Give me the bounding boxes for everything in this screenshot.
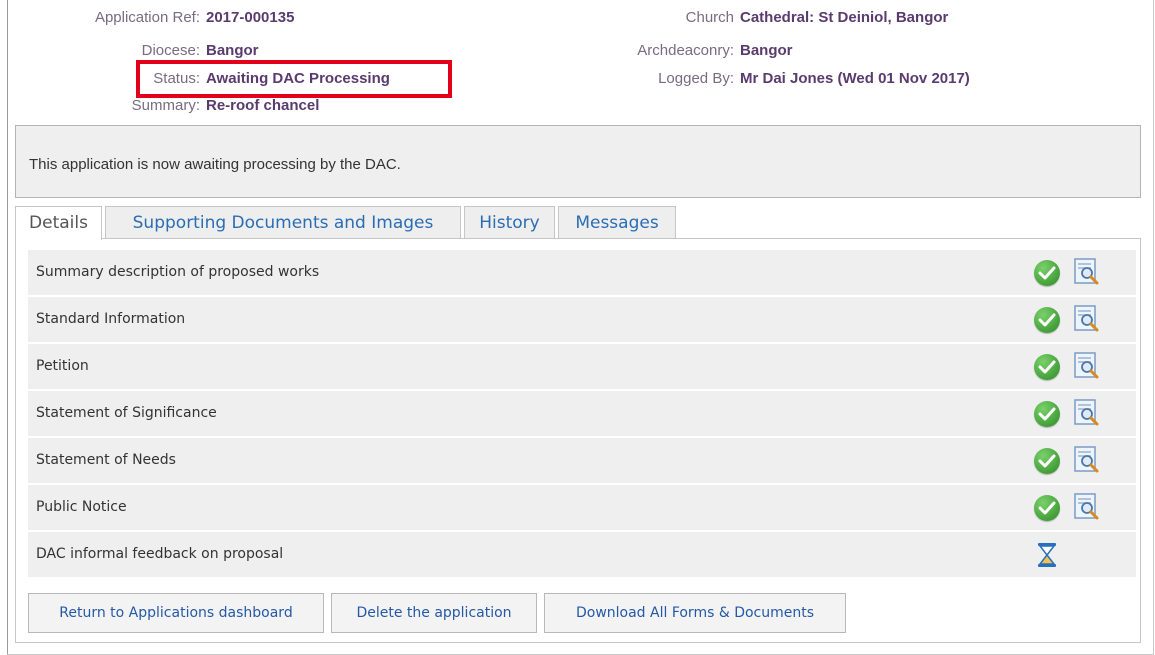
check-icon [1034, 495, 1060, 521]
view-document-icon[interactable] [1074, 305, 1100, 333]
download-all-button[interactable]: Download All Forms & Documents [544, 593, 846, 633]
form-row-label: DAC informal feedback on proposal [36, 546, 284, 562]
form-row-label: Statement of Significance [36, 405, 217, 421]
check-icon [1034, 354, 1060, 380]
check-icon [1034, 260, 1060, 286]
return-to-dashboard-button[interactable]: Return to Applications dashboard [28, 593, 324, 633]
info-label: Archdeaconry: [637, 42, 734, 59]
view-document-icon[interactable] [1074, 399, 1100, 427]
check-icon [1034, 401, 1060, 427]
info-label: Summary: [131, 97, 200, 114]
form-row-label: Summary description of proposed works [36, 264, 320, 280]
check-icon [1034, 307, 1060, 333]
form-row: Public Notice [28, 485, 1136, 531]
info-archdeaconry: Archdeaconry: Bangor [404, 42, 793, 60]
form-row-label: Statement of Needs [36, 452, 176, 468]
form-row: DAC informal feedback on proposal [28, 532, 1136, 578]
info-value: 2017-000135 [206, 9, 295, 26]
info-value: Bangor [206, 42, 259, 59]
form-row-label: Public Notice [36, 499, 127, 515]
info-value: Mr Dai Jones (Wed 01 Nov 2017) [740, 70, 970, 87]
info-label: Application Ref: [94, 9, 200, 26]
info-logged-by: Logged By: Mr Dai Jones (Wed 01 Nov 2017) [404, 70, 970, 88]
info-value: Re-roof chancel [206, 97, 320, 114]
view-document-icon[interactable] [1074, 258, 1100, 286]
form-row: Petition [28, 344, 1136, 390]
tab-details[interactable]: Details [15, 206, 102, 240]
view-document-icon[interactable] [1074, 446, 1100, 474]
view-document-icon[interactable] [1074, 493, 1100, 521]
hourglass-icon [1034, 542, 1060, 568]
form-row: Statement of Needs [28, 438, 1136, 484]
delete-application-button[interactable]: Delete the application [331, 593, 537, 633]
tab-supporting-documents[interactable]: Supporting Documents and Images [105, 206, 461, 239]
view-document-icon[interactable] [1074, 352, 1100, 380]
tab-history[interactable]: History [464, 206, 555, 239]
check-icon [1034, 448, 1060, 474]
form-row-label: Petition [36, 358, 89, 374]
notice-text: This application is now awaiting process… [29, 156, 401, 173]
info-label: Church [685, 9, 734, 26]
info-diocese: Diocese: Bangor [0, 42, 259, 60]
notice-panel: This application is now awaiting process… [15, 125, 1141, 198]
info-label: Diocese: [141, 42, 200, 59]
info-value: Bangor [740, 42, 793, 59]
info-value: Cathedral: St Deiniol, Bangor [740, 9, 949, 26]
info-label: Logged By: [658, 70, 734, 87]
info-church: Church Cathedral: St Deiniol, Bangor [404, 9, 949, 27]
info-application-ref: Application Ref: 2017-000135 [0, 9, 294, 27]
tab-messages[interactable]: Messages [558, 206, 676, 239]
form-row: Standard Information [28, 297, 1136, 343]
info-summary: Summary: Re-roof chancel [0, 97, 320, 115]
form-row: Summary description of proposed works [28, 250, 1136, 296]
details-panel: Summary description of proposed works St… [15, 238, 1141, 643]
form-row-label: Standard Information [36, 311, 186, 327]
form-row: Statement of Significance [28, 391, 1136, 437]
